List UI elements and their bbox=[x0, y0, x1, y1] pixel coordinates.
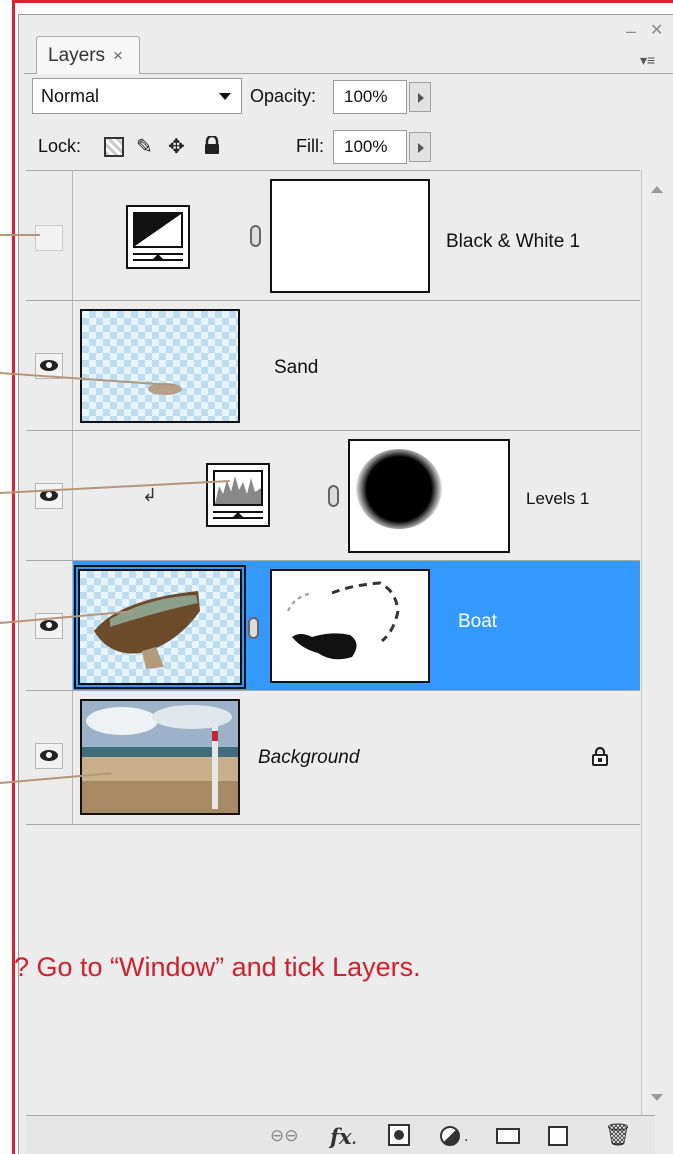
add-mask-icon[interactable] bbox=[388, 1124, 410, 1146]
layer-name[interactable]: Boat bbox=[458, 611, 497, 633]
new-adjustment-icon[interactable] bbox=[440, 1126, 460, 1146]
fill-label: Fill: bbox=[296, 136, 324, 156]
lock-all-icon[interactable] bbox=[204, 134, 220, 154]
visibility-cell bbox=[26, 561, 73, 690]
tab-close-icon[interactable]: × bbox=[113, 46, 123, 66]
new-group-icon[interactable] bbox=[496, 1128, 520, 1144]
layer-mask-thumbnail[interactable] bbox=[270, 179, 430, 293]
blend-mode-value: Normal bbox=[41, 85, 100, 106]
new-layer-icon[interactable] bbox=[548, 1126, 568, 1146]
layer-lock-icon bbox=[592, 746, 608, 766]
opacity-input[interactable]: 100% bbox=[333, 80, 407, 114]
lock-label: Lock: bbox=[38, 136, 82, 156]
tab-layers[interactable]: Layers × bbox=[36, 36, 140, 74]
clipping-arrow-icon: ↲ bbox=[142, 485, 158, 505]
minimize-icon[interactable]: – bbox=[626, 22, 636, 40]
trash-icon[interactable]: 🗑 bbox=[604, 1122, 632, 1148]
layer-row-background[interactable]: Background bbox=[26, 691, 640, 825]
blend-mode-select[interactable]: Normal bbox=[32, 78, 242, 114]
visibility-cell bbox=[26, 431, 73, 560]
mask-link-chain-icon[interactable] bbox=[328, 485, 339, 507]
layer-mask-thumbnail[interactable] bbox=[270, 569, 430, 683]
adjustment-menu-dot: . bbox=[464, 1128, 469, 1145]
eye-icon[interactable] bbox=[35, 483, 63, 509]
black-white-adjustment-icon bbox=[126, 205, 190, 269]
lock-position-move-icon[interactable]: ✥ bbox=[168, 134, 185, 159]
fill-input[interactable]: 100% bbox=[333, 130, 407, 164]
eye-icon[interactable] bbox=[35, 743, 63, 769]
annotation-note: ? Go to “Window” and tick Layers. bbox=[14, 952, 421, 982]
scroll-up-arrow[interactable] bbox=[651, 186, 663, 193]
scroll-down-arrow[interactable] bbox=[651, 1094, 663, 1101]
layer-mask-thumbnail[interactable] bbox=[348, 439, 510, 553]
layer-name[interactable]: Black & White 1 bbox=[446, 231, 580, 253]
panel-menu-icon[interactable]: ▾≡ bbox=[640, 52, 655, 69]
close-icon[interactable]: ✕ bbox=[650, 22, 663, 40]
layer-thumbnail[interactable] bbox=[74, 565, 246, 689]
layer-thumbnail[interactable] bbox=[80, 309, 240, 423]
chevron-down-icon bbox=[219, 93, 231, 100]
lock-pixels-brush-icon[interactable]: ✎ bbox=[136, 134, 153, 159]
mask-link-chain-icon[interactable] bbox=[248, 617, 259, 639]
opacity-label: Opacity: bbox=[250, 86, 317, 106]
mask-link-chain-icon[interactable] bbox=[250, 225, 261, 247]
visibility-cell bbox=[26, 691, 73, 824]
annotation-pointer-line bbox=[0, 234, 40, 236]
layer-name[interactable]: Sand bbox=[274, 357, 318, 379]
visibility-cell bbox=[26, 301, 73, 430]
link-icon[interactable]: ⊖⊖ bbox=[270, 1126, 299, 1146]
lock-transparency-icon[interactable] bbox=[104, 137, 124, 157]
fill-value: 100% bbox=[344, 137, 388, 156]
tab-layers-label: Layers bbox=[48, 44, 106, 66]
layer-name[interactable]: Levels 1 bbox=[526, 489, 589, 509]
fx-icon[interactable]: fx. bbox=[330, 1124, 356, 1149]
layer-row-levels[interactable]: ↲ Levels 1 bbox=[26, 431, 640, 561]
opacity-value: 100% bbox=[344, 87, 388, 106]
opacity-slider-button[interactable] bbox=[409, 82, 431, 112]
layer-thumbnail[interactable] bbox=[80, 699, 240, 815]
visibility-toggle-off[interactable] bbox=[35, 225, 63, 251]
fill-slider-button[interactable] bbox=[409, 132, 431, 162]
layers-bottom-toolbar: ⊖⊖ fx. . 🗑 bbox=[26, 1115, 655, 1154]
layer-row-sand[interactable]: Sand bbox=[26, 301, 640, 431]
levels-adjustment-icon bbox=[206, 463, 270, 527]
layers-scrollbar[interactable] bbox=[641, 170, 671, 1115]
layer-name[interactable]: Background bbox=[258, 747, 359, 769]
layer-row-boat-selected[interactable]: Boat bbox=[26, 561, 640, 691]
layer-row-black-white[interactable]: Black & White 1 bbox=[26, 171, 640, 301]
